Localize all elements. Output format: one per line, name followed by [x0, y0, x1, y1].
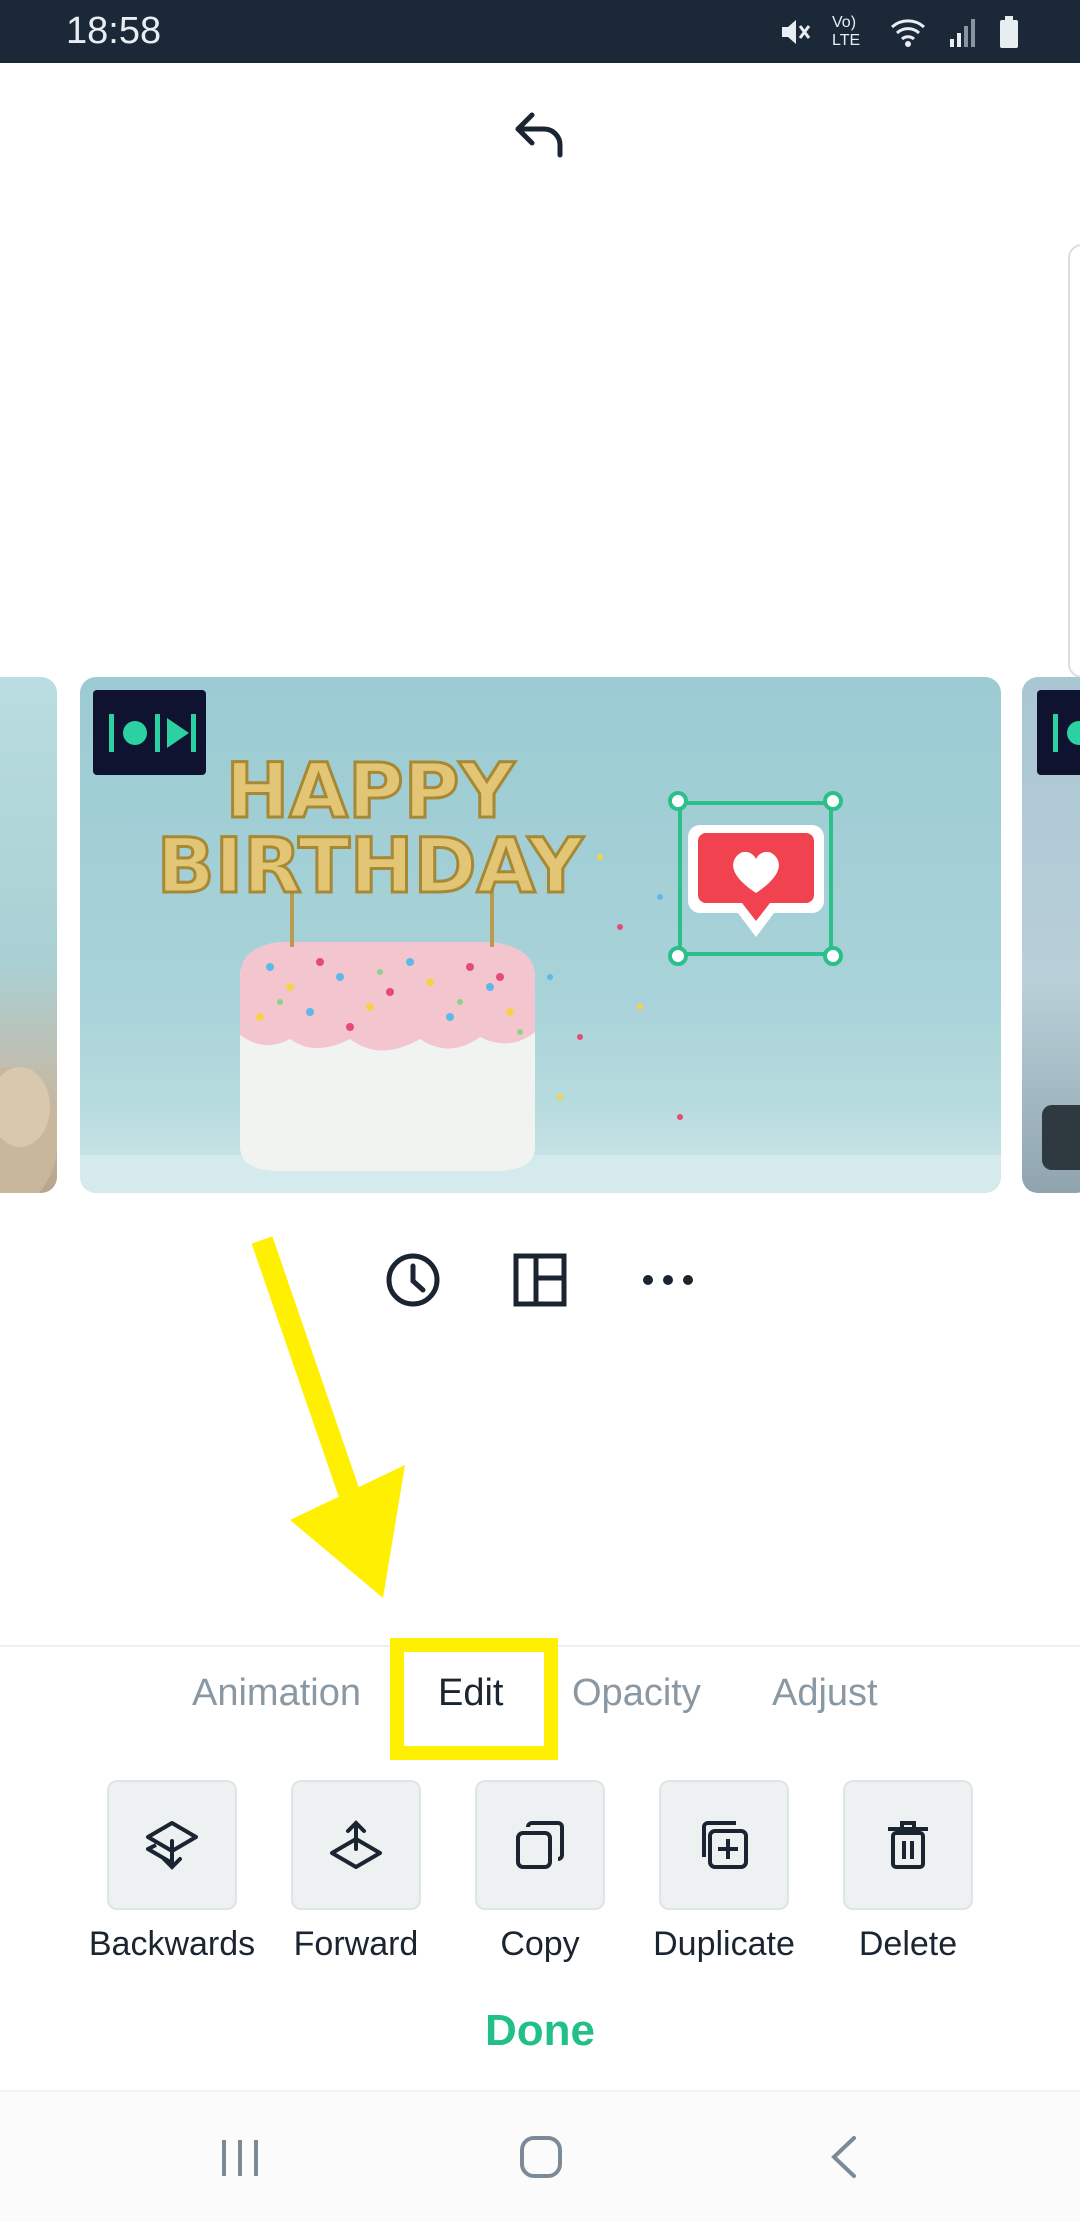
volte-icon: Vo) LTE: [832, 14, 861, 49]
send-backward-icon: [146, 1821, 198, 1870]
resize-handle-top-right[interactable]: [823, 791, 843, 811]
tab-animation[interactable]: Animation: [192, 1672, 361, 1715]
signal-icon: [950, 19, 975, 47]
tab-adjust[interactable]: Adjust: [772, 1672, 878, 1715]
more-icon[interactable]: [638, 1250, 698, 1310]
slide-overlay-chip: [1042, 1105, 1080, 1170]
forward-button[interactable]: [291, 1780, 421, 1910]
battery-icon: [1000, 16, 1018, 48]
cake-topper-line2: BIRTHDAY: [157, 821, 584, 910]
copy-button[interactable]: [475, 1780, 605, 1910]
undo-icon[interactable]: [510, 105, 570, 165]
tab-opacity[interactable]: Opacity: [572, 1672, 701, 1715]
backwards-button[interactable]: [107, 1780, 237, 1910]
resize-handle-bottom-left[interactable]: [668, 946, 688, 966]
status-bar: 18:58 Vo) LTE: [0, 0, 1080, 63]
status-time: 18:58: [66, 10, 162, 52]
media-badge[interactable]: [93, 690, 206, 775]
status-icons: Vo) LTE: [778, 12, 1020, 52]
media-badge-next: [1037, 690, 1080, 775]
trash-icon: [888, 1821, 928, 1869]
layout-icon[interactable]: [510, 1250, 570, 1310]
cake-photo: HAPPY BIRTHDAY: [80, 745, 1001, 1193]
duplicate-icon: [702, 1821, 748, 1869]
bring-forward-icon: [330, 1820, 382, 1869]
delete-button[interactable]: [843, 1780, 973, 1910]
resize-handle-bottom-right[interactable]: [823, 946, 843, 966]
slide-thumbnail-next[interactable]: [1022, 677, 1080, 1193]
edit-tab-highlight: [390, 1638, 558, 1760]
wifi-icon: [891, 19, 925, 47]
adjacent-panel-edge: [1068, 244, 1080, 678]
resize-handle-top-left[interactable]: [668, 791, 688, 811]
slide-thumbnail-previous[interactable]: [0, 677, 57, 1193]
recent-apps-icon[interactable]: [218, 2136, 262, 2180]
home-icon[interactable]: [518, 2134, 564, 2180]
navigation-bar: [0, 2090, 1080, 2222]
slide-canvas[interactable]: HAPPY BIRTHDAY: [80, 677, 1001, 1193]
duplicate-button[interactable]: [659, 1780, 789, 1910]
copy-icon: [516, 1821, 564, 1869]
annotation-arrow-icon: [251, 1236, 405, 1598]
done-button[interactable]: Done: [440, 2006, 640, 2056]
mute-icon: [782, 20, 811, 44]
video-frame-icon: [109, 714, 196, 752]
selection-box[interactable]: [678, 801, 833, 956]
delete-label: Delete: [858, 1925, 958, 1963]
back-icon[interactable]: [826, 2134, 862, 2180]
